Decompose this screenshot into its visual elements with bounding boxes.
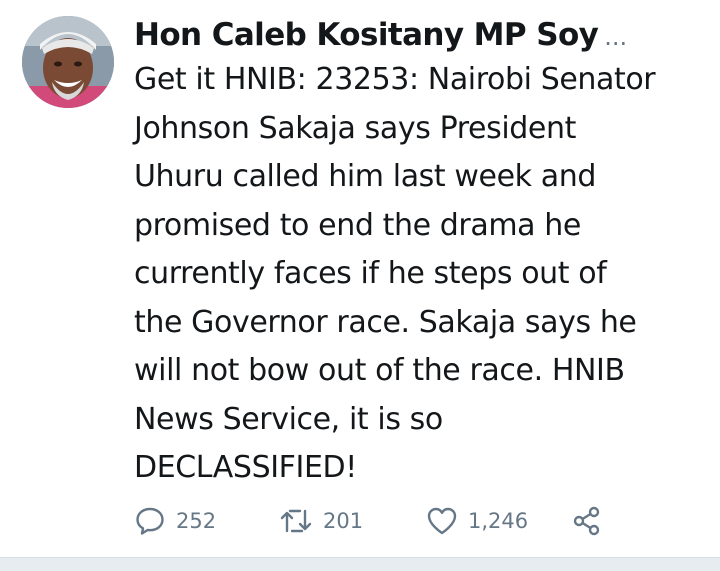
share-button[interactable] <box>571 503 603 539</box>
tweet-card[interactable]: Hon Caleb Kositany MP Soy... Get it HNIB… <box>0 0 720 571</box>
tweet-text-line: currently faces if he steps out of <box>134 256 607 291</box>
tweet-text-line: the Governor race. Sakaja says he <box>134 304 637 340</box>
tweet-text-line: Get it HNIB: 23253: Nairobi Senator <box>134 62 656 97</box>
more-ellipsis[interactable]: ... <box>604 23 627 51</box>
tweet-text-line: DECLASSIFIED! <box>134 450 357 485</box>
tweet-text-line: will not bow out of the race. HNIB <box>134 353 625 388</box>
retweet-button[interactable]: 201 <box>279 503 363 539</box>
share-icon <box>573 506 600 536</box>
action-bar: 252 201 1,246 <box>134 503 614 539</box>
tweet-text-line: News Service, it is so <box>134 401 443 437</box>
divider <box>0 557 720 571</box>
reply-button[interactable]: 252 <box>134 503 216 539</box>
tweet-text-line: Uhuru called him last week and <box>134 159 597 194</box>
heart-icon <box>427 507 457 535</box>
like-button[interactable]: 1,246 <box>426 503 528 539</box>
avatar[interactable] <box>22 16 114 108</box>
tweet-text-line: promised to end the drama he <box>134 207 581 243</box>
retweet-arrows-icon <box>280 509 312 533</box>
avatar-photo <box>22 16 114 108</box>
reply-count: 252 <box>176 509 217 533</box>
tweet-text: Get it HNIB: 23253: Nairobi Senator John… <box>134 56 714 493</box>
retweet-count: 201 <box>323 509 364 533</box>
tweet-text-line: Johnson Sakaja says President <box>134 110 576 146</box>
speech-bubble-icon <box>136 507 164 535</box>
tweet-header: Hon Caleb Kositany MP Soy... <box>134 12 704 58</box>
like-count: 1,246 <box>468 509 529 533</box>
author-name[interactable]: Hon Caleb Kositany MP Soy <box>134 17 599 53</box>
